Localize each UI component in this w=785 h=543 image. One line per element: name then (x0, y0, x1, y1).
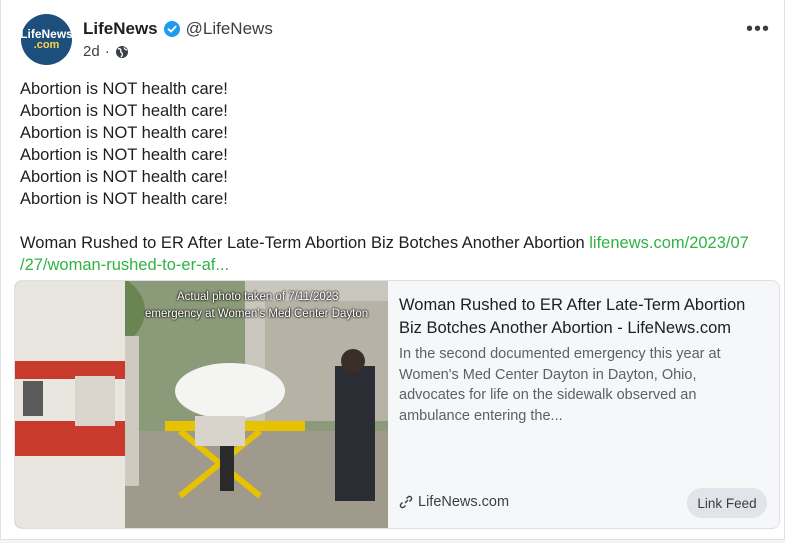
verified-badge-icon (163, 21, 180, 37)
preview-domain-text: LifeNews.com (418, 494, 510, 510)
preview-title[interactable]: Woman Rushed to ER After Late-Term Abort… (399, 294, 769, 339)
globe-icon (115, 45, 128, 58)
post-link-continued-line: /27/woman-rushed-to-er-af... (20, 254, 780, 276)
author-row: LifeNews @LifeNews (83, 19, 273, 39)
link-feed-button[interactable]: Link Feed (687, 488, 767, 518)
avatar[interactable]: LifeNews .com (20, 14, 73, 65)
preview-description: In the second documented emergency this … (399, 346, 721, 424)
more-options-icon[interactable]: ••• (746, 18, 770, 41)
post-line: Abortion is NOT health care! (20, 146, 228, 164)
image-caption-line1: Actual photo taken of 7/11/2023 (177, 291, 339, 303)
post-line: Abortion is NOT health care! (20, 190, 228, 208)
preview-image[interactable]: Actual photo taken of 7/11/2023 emergenc… (15, 281, 388, 528)
author-handle[interactable]: @LifeNews (186, 19, 273, 39)
meta-separator: · (104, 43, 110, 60)
post-line: Abortion is NOT health care! (20, 102, 228, 120)
image-caption-line2: emergency at Women's Med Center Dayton (145, 308, 369, 320)
author-name[interactable]: LifeNews (83, 19, 158, 39)
post-link-continued[interactable]: /27/woman-rushed-to-er-af... (20, 256, 229, 274)
post-line: Abortion is NOT health care! (20, 80, 228, 98)
post-body: Abortion is NOT health care! Abortion is… (20, 78, 780, 276)
post-time[interactable]: 2d (83, 43, 100, 60)
post-headline: Woman Rushed to ER After Late-Term Abort… (20, 234, 590, 252)
link-preview-card[interactable]: Actual photo taken of 7/11/2023 emergenc… (14, 280, 780, 529)
post-headline-line: Woman Rushed to ER After Late-Term Abort… (20, 232, 780, 254)
post-link[interactable]: lifenews.com/2023/07 (589, 234, 749, 252)
post-line: Abortion is NOT health care! (20, 168, 228, 186)
preview-domain[interactable]: LifeNews.com (399, 494, 509, 510)
link-icon (399, 495, 413, 509)
avatar-text-line2: .com (33, 39, 60, 51)
post-line: Abortion is NOT health care! (20, 124, 228, 142)
post-card: LifeNews .com LifeNews @LifeNews 2d · ••… (0, 0, 785, 540)
post-meta: 2d · (83, 43, 129, 60)
